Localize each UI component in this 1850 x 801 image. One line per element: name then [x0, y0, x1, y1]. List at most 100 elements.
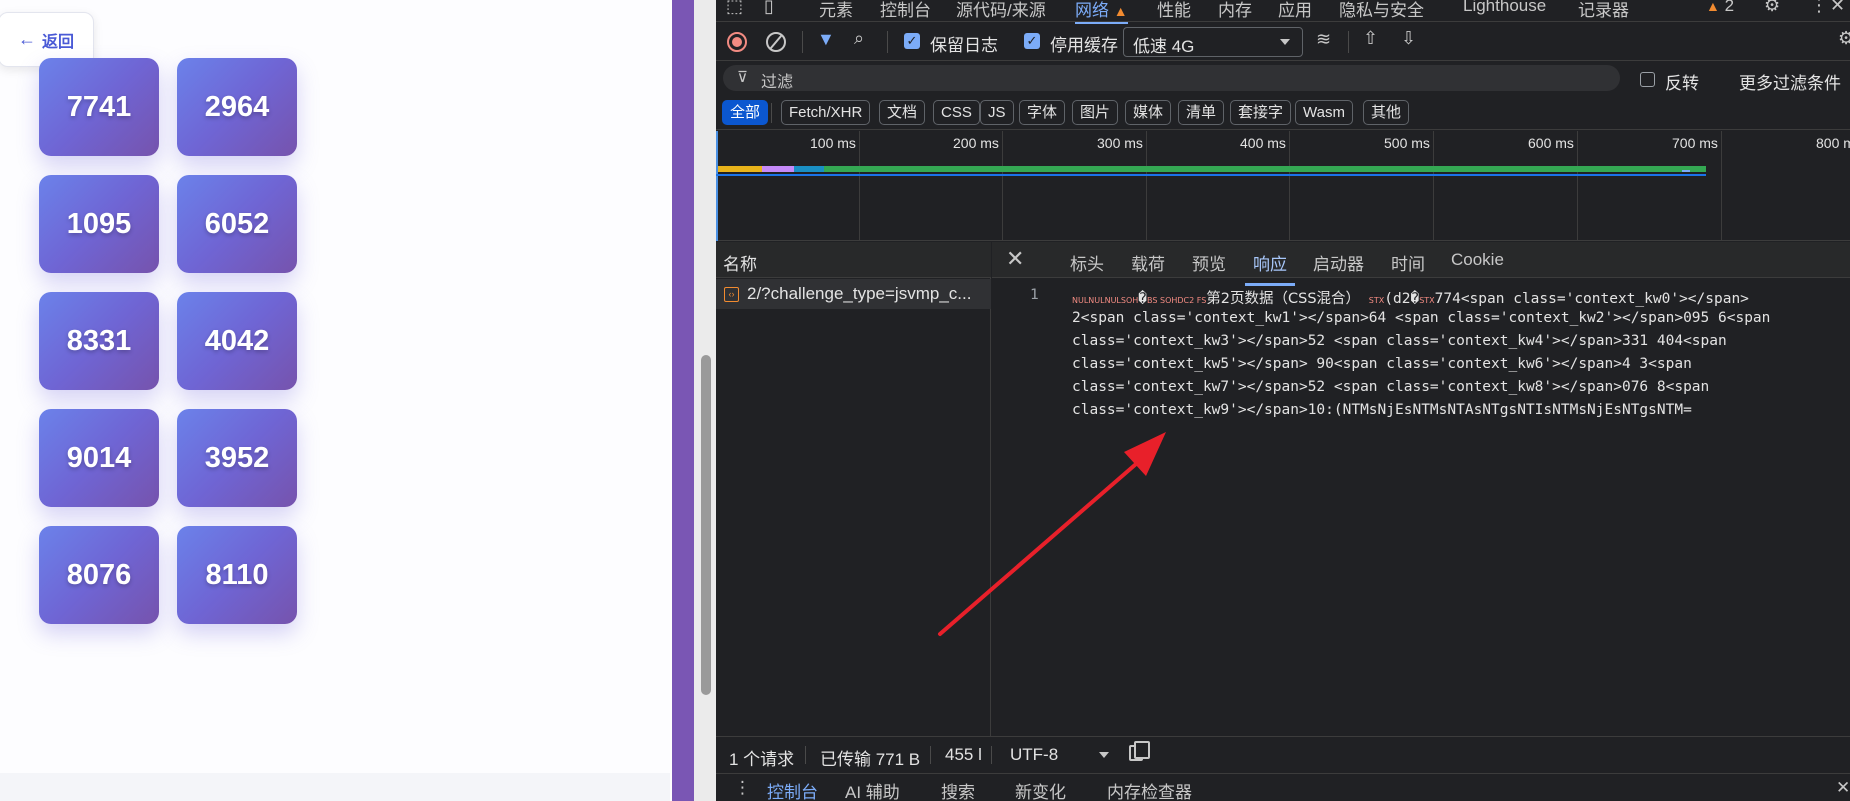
- name-column-label: 名称: [723, 255, 757, 274]
- tab-console[interactable]: 控制台: [880, 0, 931, 21]
- tab-sources[interactable]: 源代码/来源: [956, 0, 1046, 21]
- tab-memory[interactable]: 内存: [1218, 0, 1252, 21]
- type-manifest[interactable]: 清单: [1178, 100, 1225, 125]
- resource-size: 455 l: [945, 745, 982, 764]
- type-fetch-xhr[interactable]: Fetch/XHR: [781, 100, 871, 125]
- timeline-label: 200 ms: [953, 135, 999, 151]
- network-timeline[interactable]: 100 ms 200 ms 300 ms 400 ms 500 ms 600 m…: [716, 131, 1850, 241]
- number-card: 7741: [39, 58, 159, 156]
- type-js[interactable]: JS: [980, 100, 1014, 125]
- chevron-down-icon: [1280, 39, 1290, 45]
- more-filters-dropdown[interactable]: 更多过滤条件: [1739, 69, 1841, 94]
- type-font[interactable]: 字体: [1019, 100, 1066, 125]
- type-img[interactable]: 图片: [1072, 100, 1119, 125]
- timeline-bar-outline: [716, 174, 1706, 176]
- response-body[interactable]: 1 NULNULNULSOH�BS SOHDC2 FS第2页数据（CSS混合） …: [992, 279, 1850, 719]
- request-count: 1 个请求: [729, 750, 795, 769]
- tab-recorder[interactable]: 记录器: [1578, 0, 1629, 21]
- close-detail-icon[interactable]: ✕: [1006, 246, 1024, 272]
- tab-response[interactable]: 响应: [1245, 250, 1295, 286]
- drawer-tab-ai-assistance[interactable]: AI 辅助: [845, 778, 900, 801]
- inspect-element-icon[interactable]: ⬚: [726, 0, 743, 17]
- number-card: 6052: [177, 175, 297, 273]
- type-all[interactable]: 全部: [722, 100, 769, 125]
- import-har-icon[interactable]: ⇧: [1363, 28, 1378, 49]
- type-media[interactable]: 媒体: [1125, 100, 1172, 125]
- tab-cookies[interactable]: Cookie: [1451, 250, 1504, 270]
- timeline-bar-download: [824, 166, 1706, 172]
- drawer-tab-whats-new[interactable]: 新变化: [1015, 778, 1066, 801]
- page-edge-strip: [672, 0, 694, 801]
- back-arrow-icon: ←: [17, 29, 36, 49]
- response-line: class='context_kw3'></span>52 <span clas…: [1072, 333, 1727, 349]
- tab-timing[interactable]: 时间: [1391, 250, 1425, 275]
- response-line: 2<span class='context_kw1'></span>64 <sp…: [1072, 310, 1771, 326]
- settings-gear-icon[interactable]: ⚙: [1764, 0, 1780, 16]
- tab-preview[interactable]: 预览: [1192, 250, 1226, 275]
- timeline-label: 500 ms: [1384, 135, 1430, 151]
- invert-checkbox[interactable]: [1640, 72, 1655, 87]
- transferred-size: 已传输 771 B: [820, 750, 921, 769]
- timeline-label: 100 ms: [810, 135, 856, 151]
- number-card: 1095: [39, 175, 159, 273]
- encoding-select[interactable]: UTF-8: [1010, 745, 1058, 765]
- type-other[interactable]: 其他: [1363, 100, 1410, 125]
- network-conditions-icon[interactable]: ≋: [1316, 29, 1331, 50]
- drawer-tab-console[interactable]: 控制台: [767, 778, 818, 801]
- timeline-bar-tail: [1682, 170, 1690, 172]
- tab-performance[interactable]: 性能: [1157, 0, 1191, 21]
- throttle-select[interactable]: 低速 4G: [1123, 27, 1303, 57]
- network-settings-icon[interactable]: ⚙: [1838, 28, 1850, 49]
- copy-icon[interactable]: [1129, 741, 1150, 761]
- tab-application[interactable]: 应用: [1278, 0, 1312, 21]
- filter-bar: ⊽ 过滤 反转 更多过滤条件: [716, 62, 1850, 96]
- preserve-log-checkbox[interactable]: ✓: [904, 33, 920, 49]
- type-css[interactable]: CSS: [933, 100, 980, 125]
- clear-log-icon[interactable]: [766, 32, 786, 52]
- close-devtools-icon[interactable]: ✕: [1830, 0, 1845, 16]
- encoding-chevron-icon: [1099, 752, 1109, 758]
- control-chars: NULNULNULSOH: [1072, 296, 1139, 305]
- tab-elements[interactable]: 元素: [819, 0, 853, 21]
- tab-payload[interactable]: 载荷: [1131, 250, 1165, 275]
- tab-network-label: 网络: [1075, 1, 1109, 20]
- drawer-menu-icon[interactable]: ⋮: [734, 778, 751, 798]
- tab-headers[interactable]: 标头: [1070, 250, 1104, 275]
- tab-network[interactable]: 网络 ▲: [1075, 0, 1128, 24]
- throttle-value: 低速 4G: [1133, 37, 1195, 56]
- device-toolbar-icon[interactable]: ▯: [764, 0, 774, 17]
- invert-label: 反转: [1665, 74, 1699, 93]
- issues-counter[interactable]: ▲ 2: [1706, 0, 1734, 16]
- tab-privacy-security[interactable]: 隐私与安全: [1339, 0, 1424, 21]
- name-column-header[interactable]: 名称: [716, 242, 991, 278]
- timeline-bar-stalled: [762, 166, 794, 172]
- export-har-icon[interactable]: ⇩: [1401, 28, 1416, 49]
- tab-lighthouse[interactable]: Lighthouse: [1463, 0, 1546, 16]
- number-card: 8076: [39, 526, 159, 624]
- page-footer: [0, 773, 670, 801]
- type-wasm[interactable]: Wasm: [1295, 100, 1353, 125]
- type-socket[interactable]: 套接字: [1230, 100, 1292, 125]
- close-drawer-icon[interactable]: ✕: [1836, 778, 1850, 798]
- page-scrollbar-thumb[interactable]: [701, 355, 711, 695]
- drawer-tab-memory-inspector[interactable]: 内存检查器: [1107, 778, 1192, 801]
- response-title: 第2页数据（CSS混合）: [1206, 291, 1361, 307]
- record-stop-icon[interactable]: [727, 32, 747, 52]
- request-name: 2/?challenge_type=jsvmp_c...: [747, 284, 972, 303]
- filter-funnel-icon[interactable]: ▼: [817, 29, 835, 50]
- status-bar: 1 个请求 已传输 771 B 455 l UTF-8: [716, 736, 1850, 772]
- control-chars: BS SOHDC2 FS: [1147, 296, 1207, 305]
- request-list: 名称 ‹› 2/?challenge_type=jsvmp_c...: [716, 242, 991, 736]
- type-doc[interactable]: 文档: [879, 100, 926, 125]
- search-icon[interactable]: ⌕: [854, 28, 864, 49]
- more-options-icon[interactable]: ⋮: [1810, 0, 1828, 16]
- drawer-tab-search[interactable]: 搜索: [941, 778, 975, 801]
- request-row[interactable]: ‹› 2/?challenge_type=jsvmp_c...: [716, 279, 991, 309]
- number-card: 8331: [39, 292, 159, 390]
- filter-input[interactable]: ⊽ 过滤: [723, 65, 1620, 91]
- disable-cache-checkbox[interactable]: ✓: [1024, 33, 1040, 49]
- timeline-bar-waiting: [794, 166, 824, 172]
- tab-initiator[interactable]: 启动器: [1313, 250, 1364, 275]
- timeline-label: 800 ms: [1816, 135, 1850, 151]
- response-line: NULNULNULSOH�BS SOHDC2 FS第2页数据（CSS混合） ST…: [1072, 291, 1749, 307]
